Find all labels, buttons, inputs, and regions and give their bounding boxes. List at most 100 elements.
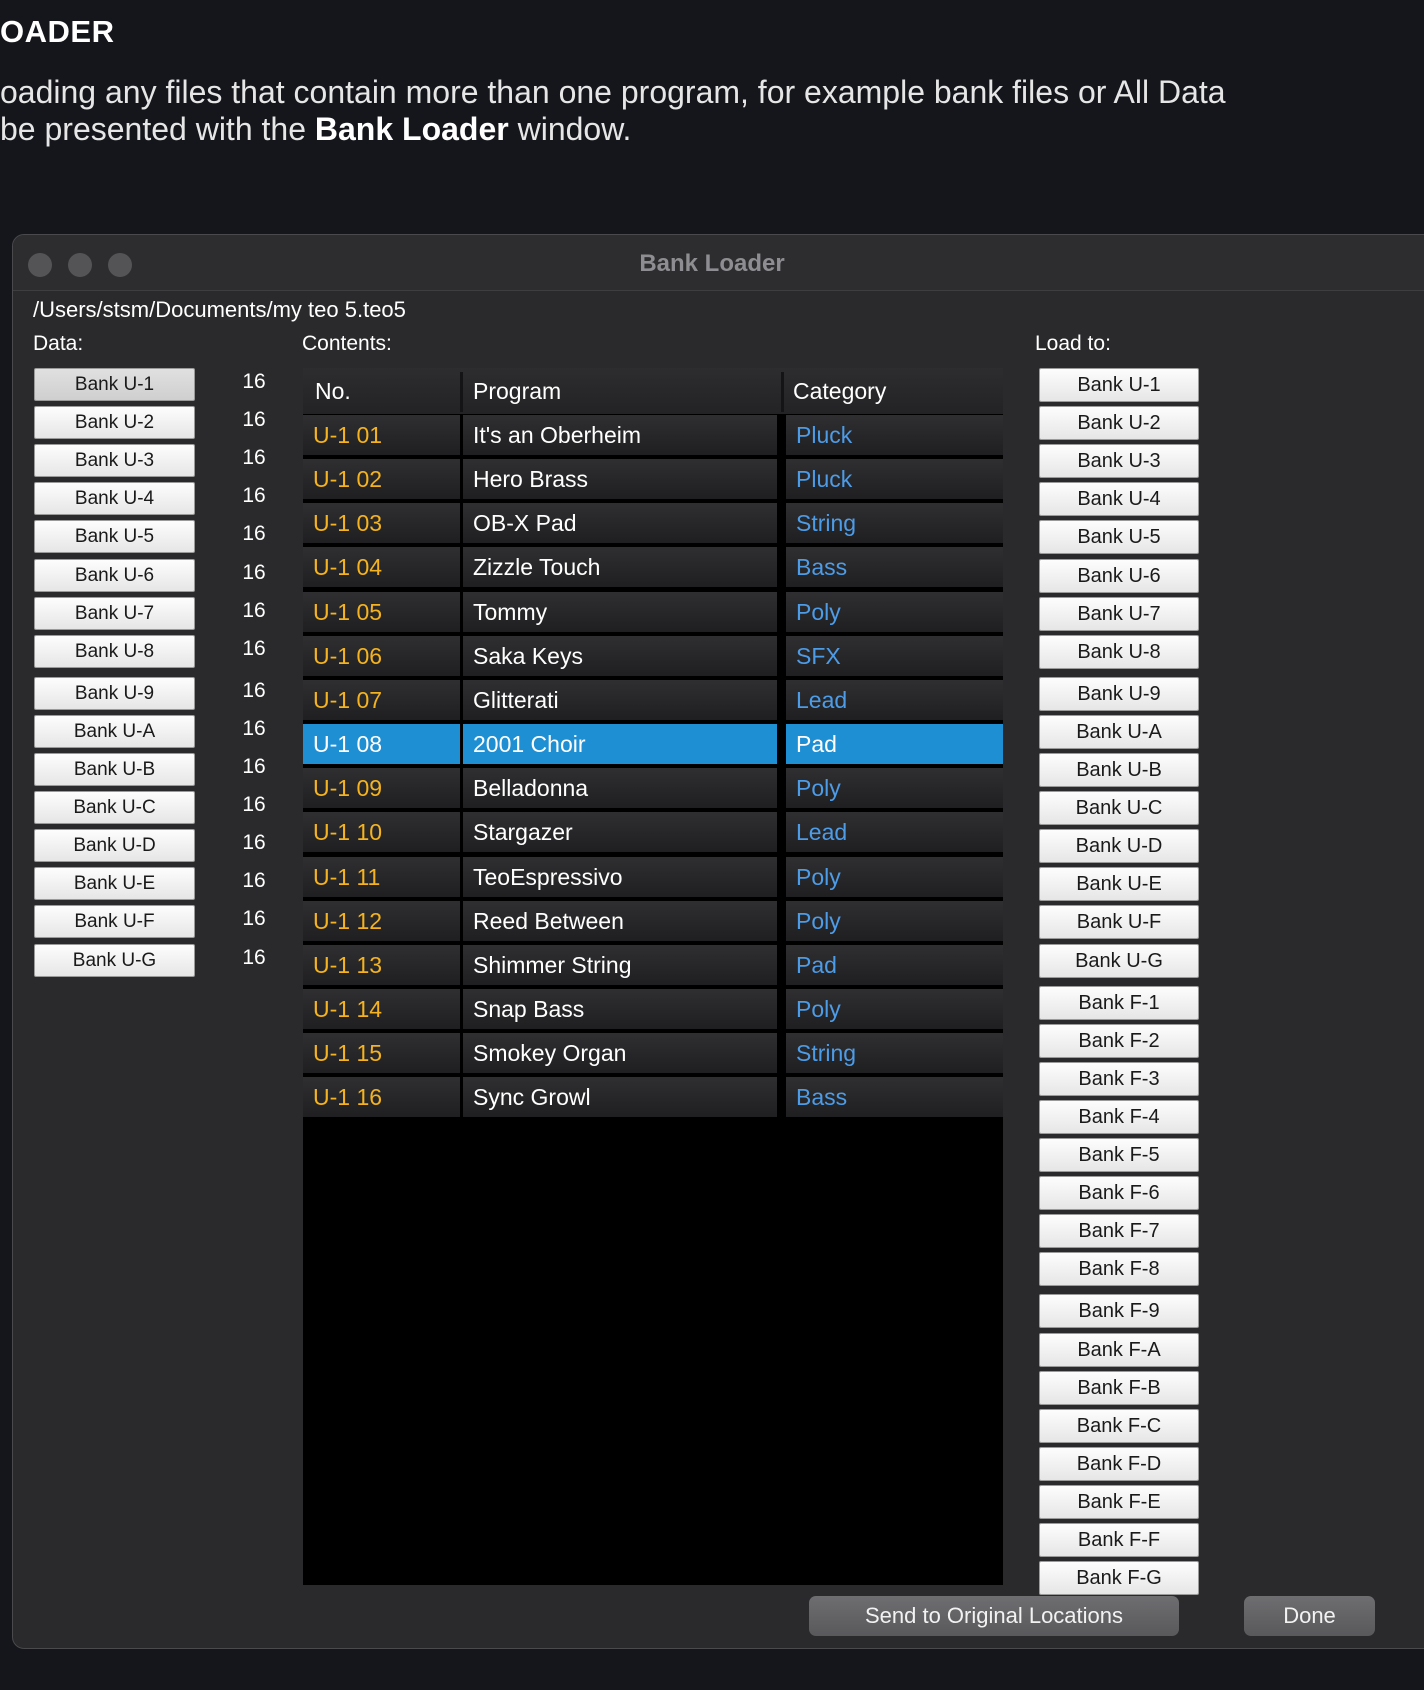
data-bank-button[interactable]: Bank U-G [34, 944, 195, 977]
table-row[interactable]: U-1 13 Shimmer String Pad [303, 944, 1003, 988]
table-row[interactable]: U-1 05 Tommy Poly [303, 591, 1003, 635]
table-row[interactable]: U-1 14 Snap Bass Poly [303, 988, 1003, 1032]
data-bank-button[interactable]: Bank U-3 [34, 444, 195, 477]
load-to-bank-button[interactable]: Bank U-3 [1039, 444, 1199, 478]
program-name-cell: Hero Brass [463, 459, 777, 499]
load-to-bank-button[interactable]: Bank F-6 [1039, 1176, 1199, 1210]
column-header-program[interactable]: Program [473, 378, 561, 405]
data-bank-button[interactable]: Bank U-D [34, 829, 195, 862]
program-name-cell: It's an Oberheim [463, 415, 777, 455]
data-bank-button[interactable]: Bank U-8 [34, 635, 195, 668]
load-to-bank-button[interactable]: Bank U-4 [1039, 482, 1199, 516]
done-button[interactable]: Done [1244, 1596, 1375, 1636]
program-count: 16 [242, 679, 266, 702]
load-to-bank-button[interactable]: Bank F-C [1039, 1409, 1199, 1443]
data-bank-button[interactable]: Bank U-4 [34, 482, 195, 515]
table-row[interactable]: U-1 03 OB-X Pad String [303, 502, 1003, 546]
load-to-bank-button[interactable]: Bank U-F [1039, 905, 1199, 939]
load-to-bank-button[interactable]: Bank F-3 [1039, 1062, 1199, 1096]
load-to-bank-button[interactable]: Bank F-4 [1039, 1100, 1199, 1134]
table-row[interactable]: U-1 16 Sync Growl Bass [303, 1076, 1003, 1120]
table-row[interactable]: U-1 04 Zizzle Touch Bass [303, 546, 1003, 590]
data-bank-button[interactable]: Bank U-9 [34, 677, 195, 710]
load-to-bank-button[interactable]: Bank F-7 [1039, 1214, 1199, 1248]
load-to-bank-button[interactable]: Bank F-5 [1039, 1138, 1199, 1172]
program-name-cell: Glitterati [463, 680, 777, 720]
data-bank-button[interactable]: Bank U-B [34, 753, 195, 786]
table-row[interactable]: U-1 01 It's an Oberheim Pluck [303, 414, 1003, 458]
send-to-original-locations-button[interactable]: Send to Original Locations [809, 1596, 1179, 1636]
program-number-cell: U-1 13 [303, 945, 460, 985]
load-to-bank-button[interactable]: Bank F-8 [1039, 1252, 1199, 1286]
load-to-bank-button[interactable]: Bank U-D [1039, 829, 1199, 863]
program-number-cell: U-1 12 [303, 901, 460, 941]
load-to-bank-button[interactable]: Bank F-B [1039, 1371, 1199, 1405]
load-to-bank-button[interactable]: Bank U-8 [1039, 635, 1199, 669]
data-bank-button[interactable]: Bank U-6 [34, 559, 195, 592]
table-row[interactable]: U-1 15 Smokey Organ String [303, 1032, 1003, 1076]
section-heading: OADER [0, 14, 115, 49]
load-to-bank-button[interactable]: Bank F-9 [1039, 1294, 1199, 1328]
data-bank-row: Bank U-1 16 [34, 368, 294, 402]
table-row[interactable]: U-1 12 Reed Between Poly [303, 900, 1003, 944]
data-bank-button[interactable]: Bank U-7 [34, 597, 195, 630]
program-name-cell: Sync Growl [463, 1077, 777, 1117]
load-to-bank-button[interactable]: Bank U-B [1039, 753, 1199, 787]
program-name-cell: Tommy [463, 592, 777, 632]
program-name-cell: Saka Keys [463, 636, 777, 676]
data-bank-button[interactable]: Bank U-1 [34, 368, 195, 401]
window-title: Bank Loader [639, 250, 785, 277]
program-number-cell: U-1 02 [303, 459, 460, 499]
load-to-bank-button[interactable]: Bank U-9 [1039, 677, 1199, 711]
category-cell: String [786, 1033, 1003, 1073]
load-to-bank-button[interactable]: Bank F-2 [1039, 1024, 1199, 1058]
table-row[interactable]: U-1 08 2001 Choir Pad [303, 723, 1003, 767]
load-to-bank-button[interactable]: Bank F-A [1039, 1333, 1199, 1367]
program-name-cell: Shimmer String [463, 945, 777, 985]
data-bank-button[interactable]: Bank U-5 [34, 520, 195, 553]
load-to-bank-button[interactable]: Bank U-A [1039, 715, 1199, 749]
table-row[interactable]: U-1 06 Saka Keys SFX [303, 635, 1003, 679]
program-number-cell: U-1 06 [303, 636, 460, 676]
load-to-bank-button[interactable]: Bank F-G [1039, 1561, 1199, 1595]
program-name-cell: Reed Between [463, 901, 777, 941]
load-to-bank-button[interactable]: Bank U-G [1039, 944, 1199, 978]
data-bank-button[interactable]: Bank U-C [34, 791, 195, 824]
table-header: No. Program Category [303, 368, 1003, 414]
category-cell: Poly [786, 768, 1003, 808]
load-to-bank-button[interactable]: Bank F-F [1039, 1523, 1199, 1557]
load-to-bank-button[interactable]: Bank U-C [1039, 791, 1199, 825]
data-bank-button[interactable]: Bank U-F [34, 905, 195, 938]
table-row[interactable]: U-1 07 Glitterati Lead [303, 679, 1003, 723]
title-bar: Bank Loader [13, 235, 1424, 291]
data-bank-row: Bank U-2 16 [34, 406, 294, 440]
contents-table: No. Program Category U-1 01 It's an Oberh… [303, 368, 1003, 1585]
column-divider[interactable] [460, 372, 463, 412]
load-to-bank-button[interactable]: Bank U-E [1039, 867, 1199, 901]
column-header-category[interactable]: Category [793, 378, 886, 405]
load-to-bank-button[interactable]: Bank F-E [1039, 1485, 1199, 1519]
load-to-bank-button[interactable]: Bank F-1 [1039, 986, 1199, 1020]
load-to-bank-button[interactable]: Bank U-1 [1039, 368, 1199, 402]
table-row[interactable]: U-1 02 Hero Brass Pluck [303, 458, 1003, 502]
load-to-bank-button[interactable]: Bank F-D [1039, 1447, 1199, 1481]
program-count: 16 [242, 522, 266, 545]
data-bank-row: Bank U-7 16 [34, 597, 294, 631]
load-to-bank-button[interactable]: Bank U-2 [1039, 406, 1199, 440]
load-to-bank-button[interactable]: Bank U-5 [1039, 520, 1199, 554]
program-number-cell: U-1 14 [303, 989, 460, 1029]
load-to-bank-button[interactable]: Bank U-6 [1039, 559, 1199, 593]
data-bank-button[interactable]: Bank U-A [34, 715, 195, 748]
data-bank-button[interactable]: Bank U-E [34, 867, 195, 900]
table-row[interactable]: U-1 11 TeoEspressivo Poly [303, 856, 1003, 900]
load-to-bank-button[interactable]: Bank U-7 [1039, 597, 1199, 631]
table-row[interactable]: U-1 09 Belladonna Poly [303, 767, 1003, 811]
column-header-no[interactable]: No. [315, 378, 351, 405]
intro-line-2-end: window. [508, 111, 632, 147]
program-name-cell: Smokey Organ [463, 1033, 777, 1073]
program-name-cell: OB-X Pad [463, 503, 777, 543]
data-bank-button[interactable]: Bank U-2 [34, 406, 195, 439]
table-row[interactable]: U-1 10 Stargazer Lead [303, 811, 1003, 855]
program-count: 16 [242, 946, 266, 969]
column-divider[interactable] [781, 372, 784, 412]
